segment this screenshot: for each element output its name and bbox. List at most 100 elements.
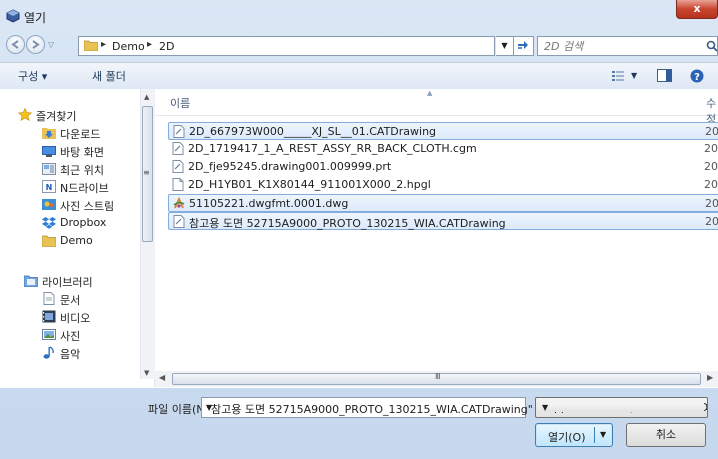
- open-file-dialog: 열기 x ▽ ▸ Demo ▸ 2D ▼ 2D 검색 구성 ▾ 새 폴더 ▼ ?…: [0, 0, 718, 459]
- sidebar-item-label: 비디오: [60, 312, 91, 325]
- back-arrow-icon: [11, 40, 19, 49]
- column-header-row: ▲ 이름 수정: [155, 89, 718, 126]
- scroll-down-arrow-icon[interactable]: ▼: [144, 369, 149, 377]
- back-button[interactable]: [6, 35, 25, 54]
- pictures-icon: [42, 329, 56, 340]
- file-name: 참고용 도면 52715A9000_PROTO_130215_WIA.CATDr…: [189, 217, 506, 230]
- main-pane: 즐겨찾기 다운로드 바탕 화면 최근 위치 N N드라이브 사진 스트림 Dro…: [0, 89, 718, 388]
- view-options-dropdown[interactable]: ▼: [631, 71, 637, 80]
- breadcrumb-2d[interactable]: 2D: [159, 40, 174, 53]
- breadcrumb-demo[interactable]: Demo: [112, 40, 145, 53]
- navigation-bar: ▽ ▸ Demo ▸ 2D ▼: [0, 32, 718, 58]
- file-name: 51105221.dwgfmt.0001.dwg: [189, 197, 349, 210]
- desktop-icon: [42, 146, 56, 157]
- app-icon: [6, 9, 20, 23]
- help-icon[interactable]: ?: [690, 69, 704, 83]
- scroll-grip-icon: Ⅲ: [435, 372, 441, 381]
- title-bar[interactable]: 열기 x: [0, 0, 718, 30]
- refresh-icon: [518, 41, 528, 49]
- sidebar-item-label: 사진 스트림: [60, 200, 115, 213]
- filename-combobox[interactable]: "참고용 도면 52715A9000_PROTO_130215_WIA.CATD…: [201, 397, 533, 418]
- column-header-name[interactable]: 이름: [170, 95, 190, 111]
- organize-button[interactable]: 구성 ▾: [18, 68, 47, 84]
- catdrawing-file-icon: [173, 125, 185, 138]
- sidebar-item-label: 문서: [60, 294, 81, 307]
- address-bar[interactable]: ▸ Demo ▸ 2D: [78, 36, 495, 56]
- sidebar-item-label: 사진: [60, 330, 81, 343]
- file-date: 20: [704, 142, 718, 155]
- catdrawing-file-icon: [173, 215, 185, 228]
- file-row[interactable]: 2D_1719417_1_A_REST_ASSY_RR_BACK_CLOTH.c…: [168, 140, 718, 158]
- file-name: 2D_H1YB01_K1X80144_911001X000_2.hpgl: [188, 178, 431, 191]
- videos-icon: [42, 310, 56, 323]
- file-row[interactable]: 2D_fje95245.drawing001.009999.prt 20: [168, 158, 718, 176]
- horizontal-scroll-thumb[interactable]: Ⅲ: [172, 372, 701, 385]
- sidebar-item-label: 음악: [60, 348, 81, 361]
- change-view-icon[interactable]: [611, 69, 625, 82]
- search-input[interactable]: [544, 38, 694, 54]
- window-title: 열기: [24, 11, 47, 25]
- open-options-dropdown-icon[interactable]: ▼: [600, 430, 606, 439]
- downloads-folder-icon: [42, 128, 56, 139]
- file-date: 20: [704, 178, 718, 191]
- photo-stream-icon: [42, 199, 56, 210]
- sidebar-item-label: Demo: [60, 234, 93, 247]
- sidebar-item-label: 최근 위치: [60, 164, 104, 177]
- file-row[interactable]: 51105221.dwgfmt.0001.dwg 20: [168, 194, 718, 212]
- recent-places-icon: [42, 163, 56, 175]
- file-date: 20: [705, 125, 718, 138]
- scroll-left-arrow-icon[interactable]: ◀: [159, 373, 165, 382]
- folder-icon: [42, 235, 56, 247]
- file-list-horizontal-scrollbar[interactable]: ◀ Ⅲ ▶: [155, 371, 718, 387]
- open-button-label: 열기(O): [548, 431, 586, 444]
- sort-ascending-icon: ▲: [427, 89, 433, 97]
- file-date: 20: [705, 215, 718, 228]
- search-box[interactable]: [537, 36, 718, 56]
- forward-arrow-icon: [32, 40, 40, 49]
- file-row[interactable]: 2D_667973W000_____XJ_SL__01.CATDrawing 2…: [168, 122, 718, 140]
- cancel-button[interactable]: 취소: [626, 423, 706, 447]
- folder-icon: [84, 40, 98, 51]
- command-toolbar: 구성 ▾ 새 폴더 ▼ ?: [0, 62, 718, 90]
- documents-icon: [43, 292, 55, 305]
- breadcrumb-separator: ▸: [101, 39, 107, 50]
- sidebar-item-label: 다운로드: [60, 128, 101, 141]
- open-button[interactable]: 열기(O) ▼: [535, 423, 613, 447]
- navigation-pane: 즐겨찾기 다운로드 바탕 화면 최근 위치 N N드라이브 사진 스트림 Dro…: [0, 89, 155, 387]
- refresh-button[interactable]: [514, 36, 534, 56]
- cgm-file-icon: [172, 142, 184, 155]
- hpgl-file-icon: [172, 178, 184, 191]
- file-name: 2D_667973W000_____XJ_SL__01.CATDrawing: [189, 125, 437, 138]
- svg-text:?: ?: [694, 72, 700, 83]
- address-dropdown-button[interactable]: ▼: [496, 36, 514, 56]
- preview-pane-icon[interactable]: [657, 69, 672, 82]
- forward-button[interactable]: [26, 35, 45, 54]
- sidebar-item-label: 라이브러리: [42, 276, 93, 289]
- sidebar-item-label: 바탕 화면: [60, 146, 104, 159]
- breadcrumb-separator: ▸: [147, 39, 153, 50]
- scroll-grip-icon: ≡: [143, 168, 150, 177]
- dropbox-icon: [42, 217, 56, 229]
- music-icon: [43, 346, 54, 359]
- sidebar-item-label: Dropbox: [60, 216, 107, 229]
- chevron-down-icon[interactable]: ▼: [540, 403, 704, 412]
- chevron-down-icon[interactable]: ▼: [206, 403, 521, 412]
- sidebar-scrollbar[interactable]: ▲ ≡ ▼: [140, 89, 155, 379]
- file-list: ▲ 이름 수정 2D_667973W000_____XJ_SL__01.CATD…: [155, 89, 718, 387]
- file-type-select[interactable]: Supported Files (*.OPR3D;*.3D ▼: [535, 397, 708, 418]
- search-icon[interactable]: [706, 40, 718, 52]
- scroll-up-arrow-icon[interactable]: ▲: [144, 93, 149, 101]
- split-divider: [594, 427, 595, 443]
- star-icon: [18, 108, 32, 121]
- svg-text:N: N: [46, 183, 53, 192]
- file-date: 20: [705, 197, 718, 210]
- recent-locations-dropdown[interactable]: ▽: [48, 40, 54, 49]
- file-row[interactable]: 2D_H1YB01_K1X80144_911001X000_2.hpgl 20: [168, 176, 718, 194]
- file-name: 2D_1719417_1_A_REST_ASSY_RR_BACK_CLOTH.c…: [188, 142, 477, 155]
- prt-file-icon: [172, 160, 184, 173]
- new-folder-button[interactable]: 새 폴더: [92, 68, 126, 84]
- file-row[interactable]: 참고용 도면 52715A9000_PROTO_130215_WIA.CATDr…: [168, 212, 718, 230]
- scroll-right-arrow-icon[interactable]: ▶: [707, 373, 713, 382]
- file-name: 2D_fje95245.drawing001.009999.prt: [188, 160, 392, 173]
- close-button[interactable]: x: [676, 0, 718, 19]
